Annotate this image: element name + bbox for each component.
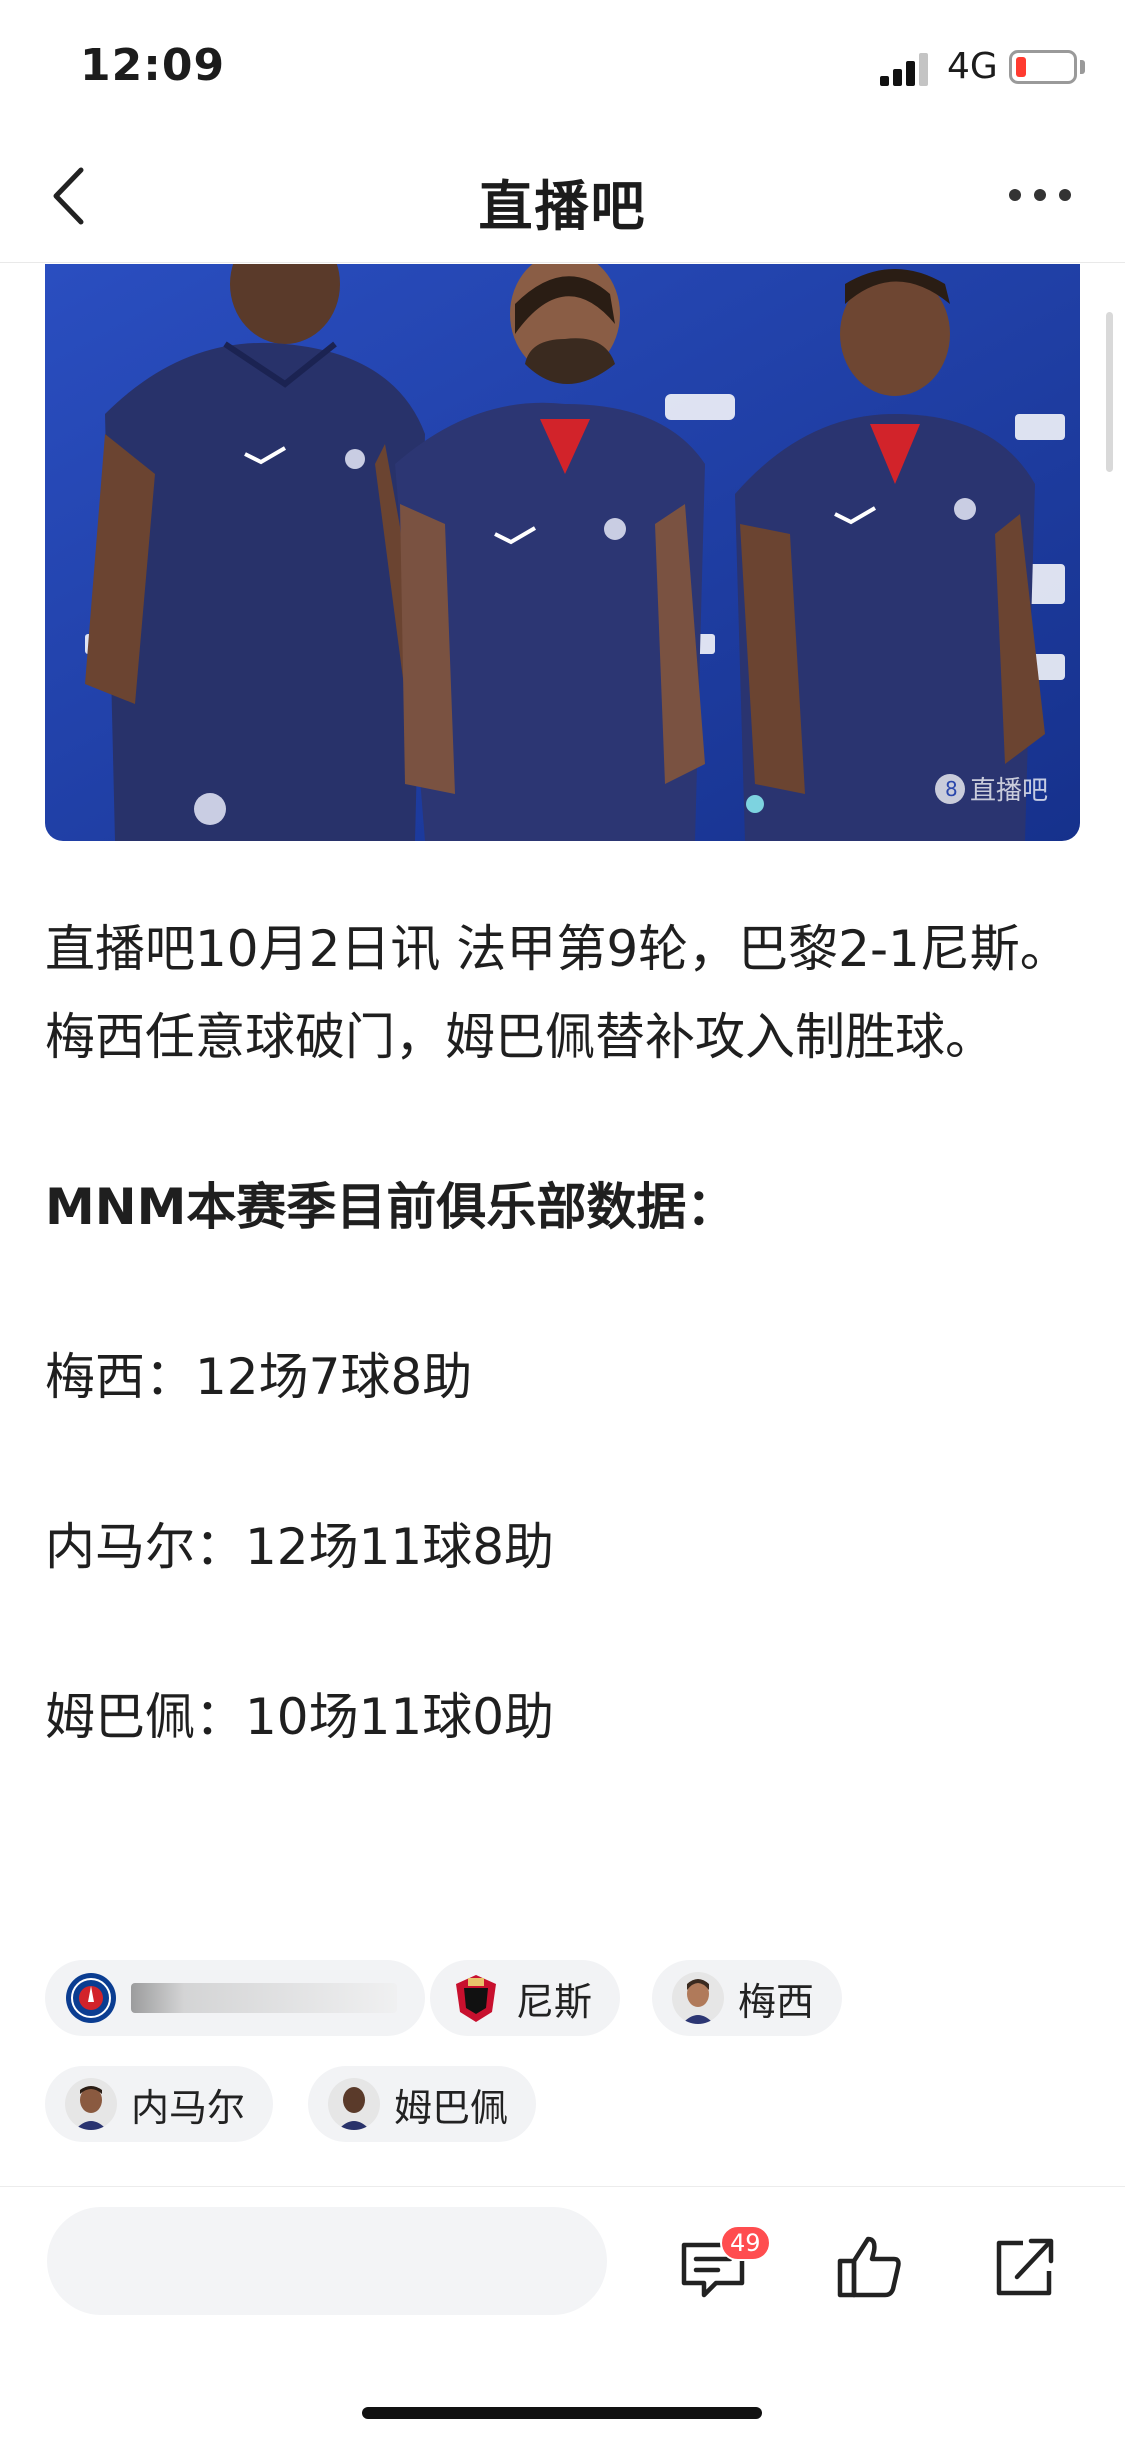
more-horizontal-icon xyxy=(1009,189,1071,201)
signal-strength-icon xyxy=(880,53,928,86)
thumbs-up-icon xyxy=(837,2236,901,2298)
svg-text:直播吧: 直播吧 xyxy=(970,776,1048,806)
bottom-action-bar: 49 xyxy=(0,2186,1125,2437)
tag-psg[interactable] xyxy=(45,1960,425,2036)
psg-logo-icon xyxy=(66,1973,116,2023)
tag-messi[interactable]: 梅西 xyxy=(652,1960,843,2036)
tag-neymar[interactable]: 内马尔 xyxy=(45,2066,274,2142)
tag-nice[interactable]: 尼斯 xyxy=(430,1960,621,2036)
nav-bar: 直播吧 xyxy=(0,130,1125,263)
stat-line-messi: 梅西：12场7球8助 xyxy=(45,1348,473,1406)
page-title: 直播吧 xyxy=(478,175,647,238)
hero-image: 8 直播吧 xyxy=(45,264,1080,841)
share-icon xyxy=(996,2238,1054,2296)
svg-text:8: 8 xyxy=(945,777,958,801)
article-subhead: MNM本赛季目前俱乐部数据： xyxy=(45,1178,737,1236)
status-time: 12:09 xyxy=(80,40,226,91)
share-button[interactable] xyxy=(985,2227,1065,2307)
network-type: 4G xyxy=(947,46,998,87)
tag-mbappe-label: 姆巴佩 xyxy=(394,2085,509,2130)
scroll-indicator[interactable] xyxy=(1106,312,1113,472)
battery-nub xyxy=(1080,60,1085,74)
nice-logo-icon xyxy=(456,1975,496,2022)
status-bar: 12:09 4G xyxy=(0,0,1125,130)
stat-line-neymar: 内马尔：12场11球8助 xyxy=(45,1518,555,1576)
neymar-avatar xyxy=(65,2078,117,2130)
messi-avatar xyxy=(672,1972,724,2024)
tag-messi-label: 梅西 xyxy=(738,1979,815,2024)
battery-icon xyxy=(1009,50,1077,84)
comment-count-badge: 49 xyxy=(720,2225,771,2261)
article-body: 直播吧10月2日讯 法甲第9轮，巴黎2-1尼斯。梅西任意球破门，姆巴佩替补攻入制… xyxy=(45,905,1085,1761)
mbappe-avatar xyxy=(328,2078,380,2130)
tag-neymar-label: 内马尔 xyxy=(131,2085,246,2130)
hero-photo-illustration: 8 直播吧 xyxy=(45,264,1080,841)
stat-line-mbappe: 姆巴佩：10场11球0助 xyxy=(45,1688,555,1746)
tag-psg-label xyxy=(131,1983,397,2013)
like-button[interactable] xyxy=(830,2227,910,2307)
more-button[interactable] xyxy=(1000,170,1080,220)
tag-mbappe[interactable]: 姆巴佩 xyxy=(308,2066,537,2142)
home-indicator xyxy=(362,2407,762,2419)
tag-nice-label: 尼斯 xyxy=(516,1979,593,2024)
comment-input[interactable] xyxy=(47,2207,607,2315)
article-lead: 直播吧10月2日讯 法甲第9轮，巴黎2-1尼斯。梅西任意球破门，姆巴佩替补攻入制… xyxy=(45,920,1070,1066)
